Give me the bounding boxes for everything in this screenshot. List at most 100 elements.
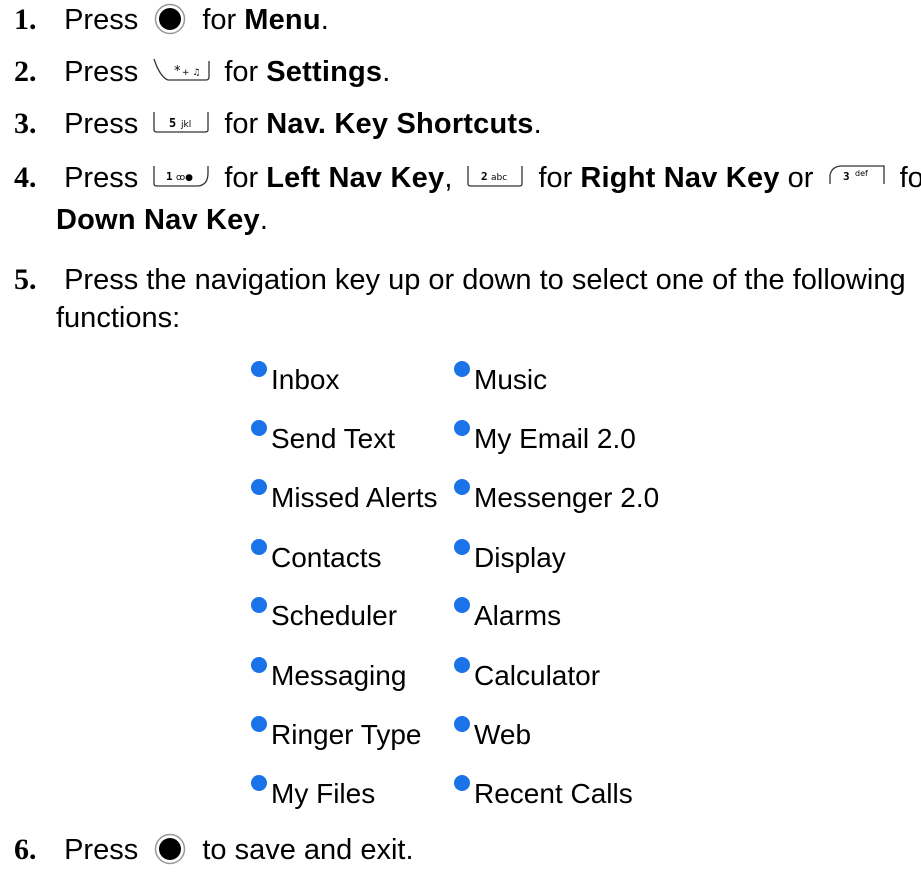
list-item: Alarms	[454, 597, 562, 634]
list-item: Messenger 2.0	[454, 479, 660, 516]
function-label: My Email 2.0	[474, 423, 636, 454]
svg-text:abc: abc	[491, 173, 507, 183]
step-5-continuation: functions:	[56, 298, 180, 338]
svg-text:1: 1	[166, 170, 173, 183]
step-text: for	[538, 162, 573, 194]
step-text: for	[224, 56, 259, 88]
svg-text:*: *	[174, 64, 181, 79]
step-text: to save and exit.	[202, 834, 414, 866]
nav-key-shortcuts-label: Nav. Key Shortcuts	[266, 108, 534, 140]
key-3-icon: 3 def	[828, 163, 886, 189]
down-nav-key-label: Down Nav Key	[56, 204, 260, 236]
function-label: Calculator	[474, 660, 601, 691]
step-5: 5. Press the navigation key up or down t…	[14, 260, 906, 300]
bullet-icon	[454, 597, 470, 613]
svg-text:jkl: jkl	[180, 120, 191, 130]
function-label: Display	[474, 542, 566, 573]
step-number: 5.	[14, 263, 37, 296]
bullet-icon	[454, 657, 470, 673]
svg-text:def: def	[855, 169, 868, 178]
function-label: Recent Calls	[474, 778, 633, 809]
svg-text:5: 5	[169, 116, 176, 130]
bullet-icon	[454, 539, 470, 555]
svg-text:+ ♫: + ♫	[182, 68, 200, 78]
bullet-icon	[251, 597, 267, 613]
bullet-icon	[251, 361, 267, 377]
step-number: 1.	[14, 3, 37, 36]
list-item: Messaging	[251, 657, 407, 694]
bullet-icon	[454, 420, 470, 436]
punct: .	[320, 4, 329, 36]
step-text: for	[202, 4, 237, 36]
function-label: Contacts	[271, 542, 382, 573]
svg-text:2: 2	[481, 170, 488, 183]
step-text: Press	[64, 56, 139, 88]
list-item: Display	[454, 539, 566, 576]
list-item: Inbox	[251, 361, 340, 398]
function-label: Alarms	[474, 600, 562, 631]
bullet-icon	[251, 420, 267, 436]
key-2-icon: 2 abc	[466, 163, 524, 189]
bullet-icon	[454, 716, 470, 732]
step-text: functions:	[56, 302, 181, 334]
bullet-icon	[454, 361, 470, 377]
list-item: Scheduler	[251, 597, 398, 634]
function-label: Music	[474, 364, 548, 395]
list-item: Web	[454, 716, 532, 753]
key-5-icon: 5 jkl	[152, 109, 210, 135]
bullet-icon	[454, 479, 470, 495]
step-text: Press the navigation key up or down to s…	[64, 264, 906, 296]
bullet-icon	[454, 775, 470, 791]
ok-key-icon	[154, 3, 186, 35]
step-text: or	[787, 162, 814, 194]
list-item: Recent Calls	[454, 775, 633, 812]
step-4: 4. Press 1 ꝏ● for Left Nav Key, 2 abc for …	[14, 158, 921, 198]
step-number: 6.	[14, 833, 37, 866]
punct: .	[533, 108, 542, 140]
function-label: Scheduler	[271, 600, 398, 631]
function-label: Messenger 2.0	[474, 482, 660, 513]
list-item: My Files	[251, 775, 376, 812]
menu-label: Menu	[244, 4, 321, 36]
step-4-continuation: Down Nav Key.	[56, 200, 268, 240]
function-label: Ringer Type	[271, 719, 422, 750]
step-text: Press	[64, 162, 139, 194]
star-key-icon: * + ♫	[152, 57, 210, 83]
step-text: for	[899, 162, 921, 194]
left-nav-key-label: Left Nav Key	[266, 162, 445, 194]
step-text: Press	[64, 834, 139, 866]
list-item: Music	[454, 361, 548, 398]
list-item: Send Text	[251, 420, 396, 457]
function-label: Missed Alerts	[271, 482, 438, 513]
settings-label: Settings	[266, 56, 383, 88]
step-text: for	[224, 162, 259, 194]
function-label: Messaging	[271, 660, 407, 691]
svg-text:3: 3	[843, 170, 850, 183]
key-1-icon: 1 ꝏ●	[152, 163, 210, 189]
function-label: Web	[474, 719, 532, 750]
step-text: Press	[64, 4, 139, 36]
punct: ,	[444, 162, 453, 194]
punct: .	[259, 204, 268, 236]
bullet-icon	[251, 539, 267, 555]
function-label: Inbox	[271, 364, 340, 395]
function-label: My Files	[271, 778, 376, 809]
step-2: 2. Press * + ♫ for Settings.	[14, 52, 390, 92]
function-label: Send Text	[271, 423, 396, 454]
step-3: 3. Press 5 jkl for Nav. Key Shortcuts.	[14, 104, 542, 144]
right-nav-key-label: Right Nav Key	[580, 162, 780, 194]
list-item: Contacts	[251, 539, 382, 576]
step-number: 2.	[14, 55, 37, 88]
list-item: My Email 2.0	[454, 420, 636, 457]
step-text: for	[224, 108, 259, 140]
bullet-icon	[251, 657, 267, 673]
bullet-icon	[251, 775, 267, 791]
list-item: Calculator	[454, 657, 601, 694]
step-6: 6. Press to save and exit.	[14, 830, 414, 870]
ok-key-icon	[154, 833, 186, 865]
svg-text:ꝏ●: ꝏ●	[176, 173, 193, 183]
bullet-icon	[251, 716, 267, 732]
step-number: 4.	[14, 161, 37, 194]
list-item: Missed Alerts	[251, 479, 438, 516]
step-text: Press	[64, 108, 139, 140]
